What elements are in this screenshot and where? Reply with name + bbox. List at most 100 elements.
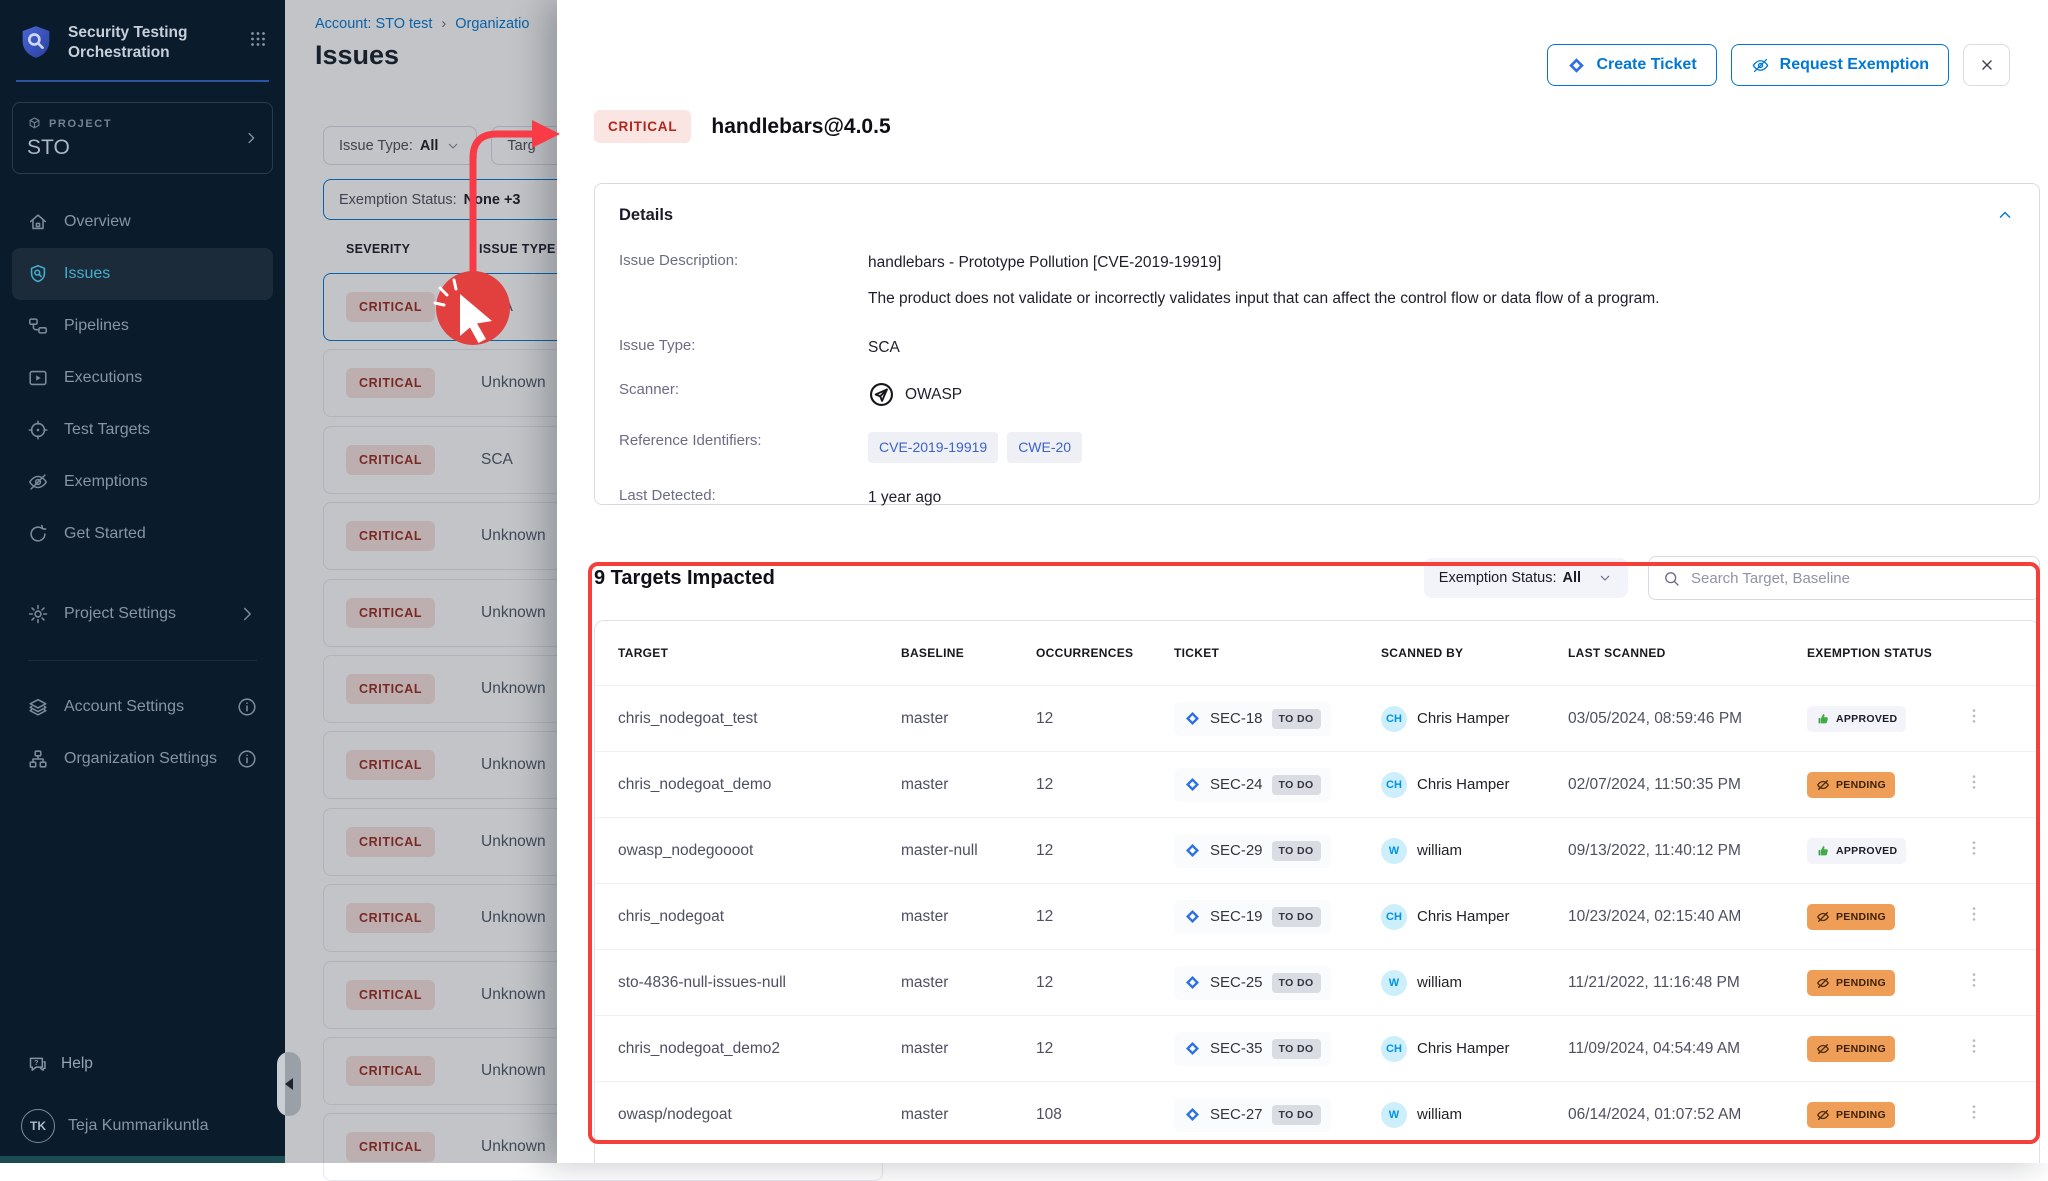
target-filter-label: Targ — [507, 138, 535, 154]
baseline-cell: master-null — [901, 842, 1036, 860]
target-search-input[interactable] — [1691, 570, 2026, 587]
sidebar-item-issues[interactable]: Issues — [12, 248, 273, 300]
kebab-icon[interactable] — [1964, 904, 1984, 924]
targets-section-header: 9 Targets Impacted Exemption Status: All — [594, 556, 2040, 600]
target-cell[interactable]: chris_nodegoat_demo2 — [595, 1040, 901, 1058]
sidebar-item-label: Executions — [64, 369, 142, 387]
target-cell[interactable]: chris_nodegoat_demo — [595, 776, 901, 794]
target-cell[interactable]: owasp/nodegoat — [595, 1106, 901, 1124]
issue-type-cell: Unknown — [481, 374, 546, 392]
issue-details-drawer: Create Ticket Request Exemption CRITICAL… — [557, 0, 2048, 1163]
chevron-down-icon — [1597, 570, 1613, 586]
create-ticket-button[interactable]: Create Ticket — [1547, 44, 1716, 86]
breadcrumb: Account: STO test › Organizatio — [315, 16, 529, 32]
severity-badge: CRITICAL — [346, 598, 435, 628]
baseline-cell: master — [901, 974, 1036, 992]
issue-type-cell: Unknown — [481, 1138, 546, 1156]
breadcrumb-account-link[interactable]: Account: STO test — [315, 16, 432, 32]
sidebar-collapse-handle[interactable] — [277, 1052, 301, 1116]
search-icon — [1662, 569, 1681, 588]
issue-description-value: handlebars - Prototype Pollution [CVE-20… — [868, 252, 1660, 311]
kebab-icon[interactable] — [1964, 1036, 1984, 1056]
svg-text:?: ? — [34, 1058, 39, 1067]
sidebar-item-overview[interactable]: Overview — [12, 196, 273, 248]
page-title: Issues — [315, 40, 399, 71]
target-cell[interactable]: sto-4836-null-issues-null — [595, 974, 901, 992]
sidebar: Security Testing Orchestration PROJECT S… — [0, 0, 285, 1163]
severity-badge: CRITICAL — [346, 750, 435, 780]
scanned-by-name: Chris Hamper — [1417, 776, 1510, 793]
sidebar-item-exemptions[interactable]: Exemptions — [12, 456, 273, 508]
ticket-key: SEC-24 — [1210, 776, 1263, 793]
ticket-link[interactable]: SEC-35TO DO — [1174, 1032, 1331, 1066]
project-selector[interactable]: PROJECT STO — [12, 102, 273, 174]
chevron-down-icon — [445, 138, 461, 154]
ticket-link[interactable]: SEC-25TO DO — [1174, 966, 1331, 1000]
row-actions-cell — [1964, 772, 2039, 797]
module-grid-icon[interactable] — [247, 28, 269, 50]
target-cell[interactable]: chris_nodegoat_test — [595, 710, 901, 728]
ticket-link[interactable]: SEC-19TO DO — [1174, 900, 1331, 934]
sidebar-item-pipelines[interactable]: Pipelines — [12, 300, 273, 352]
ticket-link[interactable]: SEC-18TO DO — [1174, 702, 1331, 736]
last-scanned-cell: 11/21/2022, 11:16:48 PM — [1568, 974, 1807, 992]
severity-badge: CRITICAL — [346, 521, 435, 551]
executions-icon — [27, 367, 49, 389]
last-detected-value: 1 year ago — [868, 487, 941, 509]
scanned-by-avatar: CH — [1381, 1036, 1407, 1062]
severity-badge: CRITICAL — [346, 368, 435, 398]
kebab-icon[interactable] — [1964, 838, 1984, 858]
sidebar-item-test-targets[interactable]: Test Targets — [12, 404, 273, 456]
home-icon — [27, 211, 49, 233]
severity-badge: CRITICAL — [346, 292, 435, 322]
reference-chips: CVE-2019-19919 CWE-20 — [868, 432, 1082, 462]
exemption-status-badge: PENDING — [1807, 772, 1895, 798]
sidebar-item-account-settings[interactable]: Account Settings — [12, 681, 273, 733]
ticket-cell: SEC-19TO DO — [1174, 900, 1381, 934]
chevron-up-icon[interactable] — [1995, 205, 2015, 225]
ticket-link[interactable]: SEC-29TO DO — [1174, 834, 1331, 868]
ticket-key: SEC-18 — [1210, 710, 1263, 727]
targets-exemption-status-filter[interactable]: Exemption Status: All — [1424, 558, 1628, 598]
kebab-icon[interactable] — [1964, 1102, 1984, 1122]
diamond-icon — [1184, 974, 1201, 991]
ticket-diamond-icon — [1567, 56, 1586, 75]
target-cell[interactable]: chris_nodegoat — [595, 908, 901, 926]
reference-chip[interactable]: CWE-20 — [1007, 432, 1082, 462]
issue-type-cell: Unknown — [481, 756, 546, 774]
sidebar-footer: ? Help TK Teja Kummarikuntla — [12, 1043, 273, 1151]
user-menu[interactable]: TK Teja Kummarikuntla — [12, 1109, 273, 1151]
sidebar-item-organization-settings[interactable]: Organization Settings — [12, 733, 273, 785]
exemption-status-cell: PENDING — [1807, 970, 1964, 996]
sidebar-item-label: Exemptions — [64, 473, 148, 491]
sidebar-item-get-started[interactable]: Get Started — [12, 508, 273, 560]
targets-exemption-filter-value: All — [1562, 570, 1581, 586]
issue-type-filter[interactable]: Issue Type: All — [323, 126, 477, 165]
close-drawer-button[interactable] — [1963, 44, 2010, 86]
occurrences-cell: 12 — [1036, 710, 1174, 728]
pipelines-icon — [27, 315, 49, 337]
diamond-icon — [1184, 1040, 1201, 1057]
owasp-scanner-icon — [868, 381, 895, 408]
help-button[interactable]: ? Help — [12, 1043, 273, 1085]
exemption-status-badge: PENDING — [1807, 1102, 1895, 1128]
request-exemption-button[interactable]: Request Exemption — [1731, 44, 1949, 86]
last-scanned-cell: 10/23/2024, 02:15:40 AM — [1568, 908, 1807, 926]
breadcrumb-organization-link[interactable]: Organizatio — [455, 16, 529, 32]
exemption-filter-label: Exemption Status: — [339, 192, 457, 208]
exemption-status-cell: APPROVED — [1807, 838, 1964, 864]
sidebar-item-executions[interactable]: Executions — [12, 352, 273, 404]
ticket-link[interactable]: SEC-24TO DO — [1174, 768, 1331, 802]
scanned-by-avatar: CH — [1381, 904, 1407, 930]
reference-chip[interactable]: CVE-2019-19919 — [868, 432, 998, 462]
ticket-link[interactable]: SEC-27TO DO — [1174, 1098, 1331, 1132]
exemption-status-cell: PENDING — [1807, 904, 1964, 930]
kebab-icon[interactable] — [1964, 970, 1984, 990]
kebab-icon[interactable] — [1964, 706, 1984, 726]
target-cell[interactable]: owasp_nodegoooot — [595, 842, 901, 860]
sidebar-header: Security Testing Orchestration — [0, 0, 285, 80]
kebab-icon[interactable] — [1964, 772, 1984, 792]
column-header-issue-type: ISSUE TYPE — [479, 242, 556, 256]
issue-type-value: SCA — [868, 337, 900, 359]
sidebar-item-project-settings[interactable]: Project Settings — [12, 588, 273, 640]
